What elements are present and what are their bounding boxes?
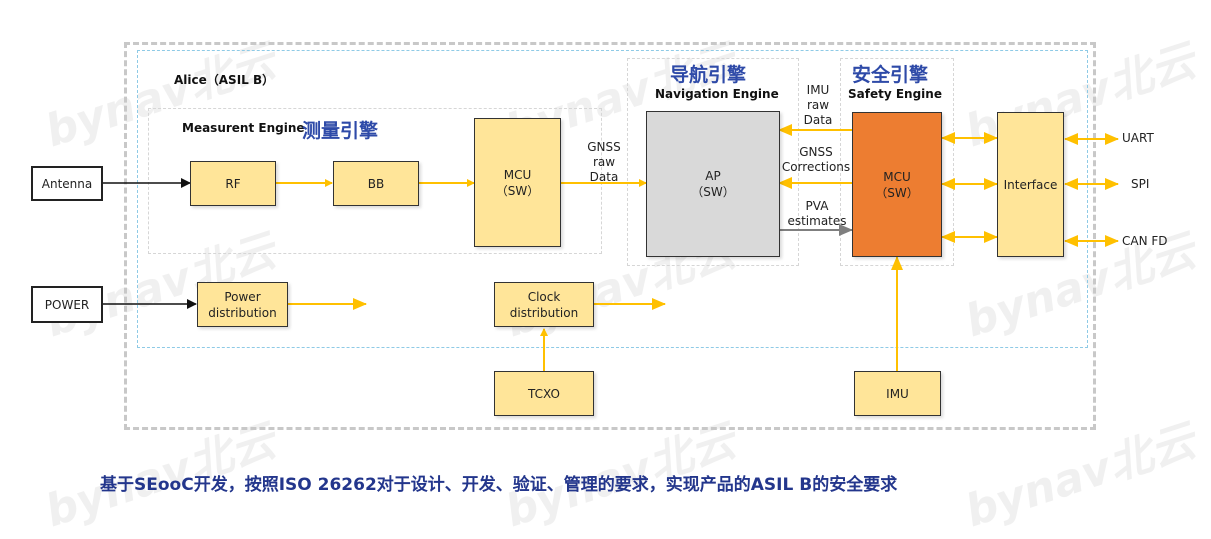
port-uart: UART <box>1122 131 1154 145</box>
imu-raw-data-label: IMU raw Data <box>803 83 833 127</box>
power-distribution-block: Power distribution <box>197 282 288 327</box>
footer-statement: 基于SEooC开发，按照ISO 26262对于设计、开发、验证、管理的要求，实现… <box>100 475 898 495</box>
tcxo-block: TCXO <box>494 371 594 416</box>
port-can-fd: CAN FD <box>1122 234 1168 248</box>
clock-distribution-block: Clock distribution <box>494 282 594 327</box>
ap-block: AP （SW） <box>646 111 780 257</box>
measurement-mcu-block: MCU （SW） <box>474 118 561 247</box>
interface-block: Interface <box>997 112 1064 257</box>
gnss-corrections-label: GNSS Corrections <box>781 145 851 174</box>
power-box: POWER <box>31 286 103 323</box>
bb-block: BB <box>333 161 419 206</box>
pva-estimates-label: PVA estimates <box>787 199 847 228</box>
gnss-raw-data-label: GNSS raw Data <box>587 140 621 184</box>
safety-mcu-block: MCU （SW） <box>852 112 942 257</box>
port-spi: SPI <box>1131 177 1150 191</box>
imu-block: IMU <box>854 371 941 416</box>
connection-lines <box>98 124 1119 371</box>
antenna-box: Antenna <box>31 166 103 201</box>
rf-block: RF <box>190 161 276 206</box>
